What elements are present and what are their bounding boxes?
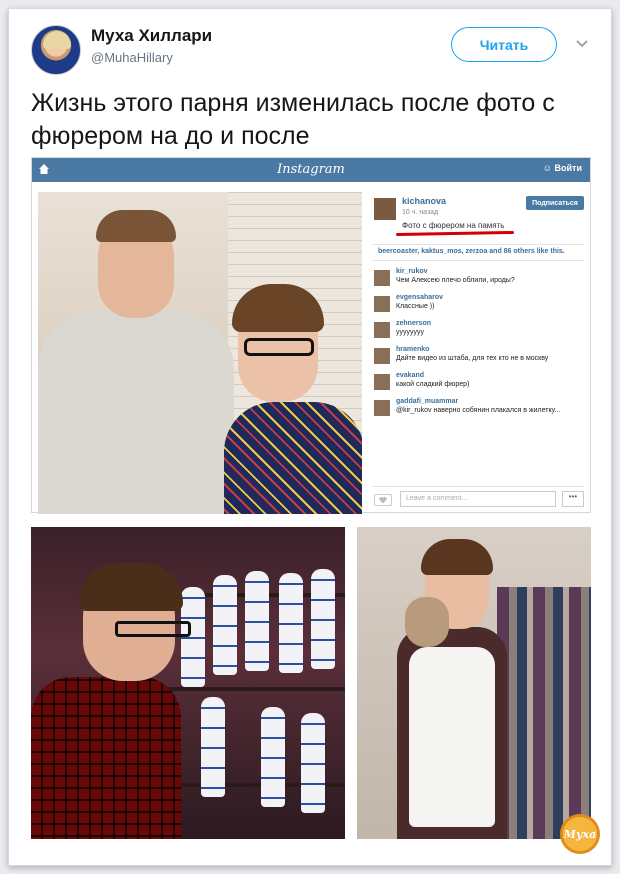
red-underline (395, 230, 515, 237)
login-label: Войти (554, 163, 582, 173)
instagram-logo: Instagram (277, 162, 345, 177)
comment: zehnerson уууууууу (374, 320, 584, 344)
post-author: kichanova (402, 196, 447, 206)
divider (372, 244, 584, 245)
heart-icon (374, 494, 392, 506)
comment: evakand какой сладкий фюрер) (374, 372, 584, 396)
author-handle[interactable]: @MuhaHillary (91, 50, 173, 65)
photo-after-right[interactable] (357, 527, 591, 839)
photo-after-left[interactable] (31, 527, 345, 839)
instagram-header: Instagram ☺ Войти (32, 158, 590, 182)
tweet-card: Муха Хиллари @MuhaHillary Читать Жизнь э… (8, 8, 612, 866)
post-likes: beercoaster, kaktus_mos, zerzoa and 86 o… (378, 248, 565, 255)
follow-button[interactable]: Читать (451, 27, 557, 62)
divider (372, 486, 584, 487)
watermark-logo: Муха (560, 814, 600, 854)
more-button: ••• (562, 491, 584, 507)
author-avatar[interactable] (31, 25, 81, 75)
comment-input: Leave a comment... (400, 491, 556, 507)
post-author-avatar (374, 198, 396, 220)
post-photo (38, 192, 362, 514)
instagram-screenshot[interactable]: Instagram ☺ Войти kichanova 10 ч. назад … (31, 157, 591, 514)
tweet-text: Жизнь этого парня изменилась после фото … (31, 89, 555, 150)
post-time: 10 ч. назад (402, 209, 439, 216)
user-icon: ☺ (542, 163, 552, 173)
author-name[interactable]: Муха Хиллари (91, 26, 212, 46)
post-caption: Фото с фюрером на память (402, 221, 505, 230)
comment: kir_rukov Чем Алексею плечо облили, ироды… (374, 268, 584, 292)
subscribe-button: Подписаться (526, 196, 584, 210)
chevron-down-icon[interactable] (575, 37, 589, 51)
post-sidebar: kichanova 10 ч. назад Фото с фюрером на … (368, 192, 588, 510)
divider (372, 260, 584, 261)
comment: hramenko Дайте видео из штаба, для тех кт… (374, 346, 584, 370)
comment: gaddafi_muammar @kir_rukov наверно собяни… (374, 398, 584, 422)
login-link: ☺ Войти (543, 163, 582, 173)
comment: evgensaharov Классные )) (374, 294, 584, 318)
